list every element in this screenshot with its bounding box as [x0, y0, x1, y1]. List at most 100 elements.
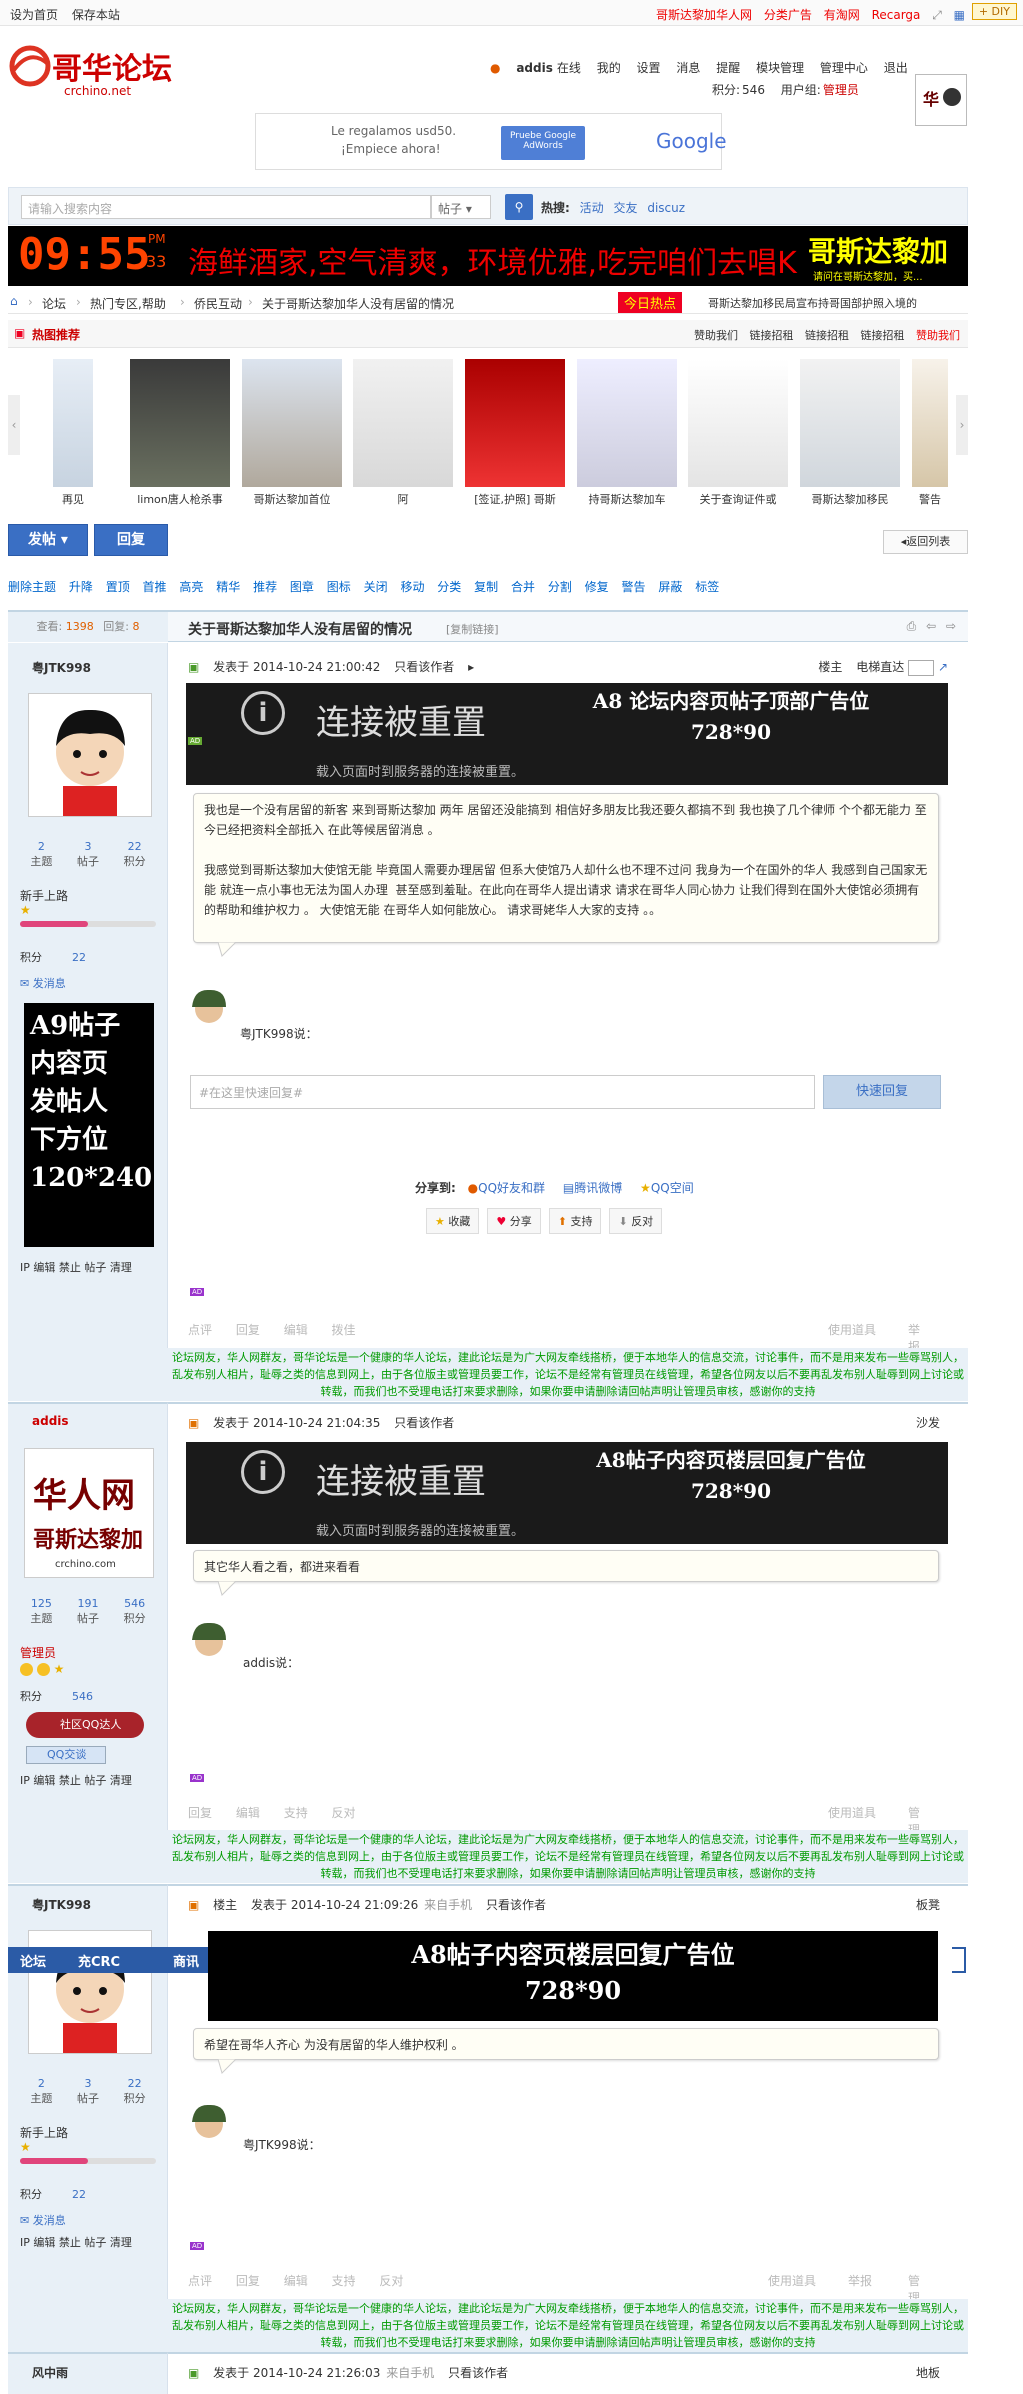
gallery-item[interactable]: 哥斯达黎加移民 — [800, 359, 900, 509]
crumb-hot[interactable]: 热门专区,帮助 — [90, 295, 166, 312]
crumb-thread[interactable]: 关于哥斯达黎加华人没有居留的情况 — [262, 295, 454, 312]
hot-search-item[interactable]: 交友 — [613, 201, 637, 215]
floating-search-edge[interactable] — [952, 1947, 966, 1973]
new-post-button[interactable]: 发帖 ▾ — [8, 524, 88, 556]
qq-chat-button[interactable]: QQ交谈 — [26, 1746, 106, 1764]
mod-tag[interactable]: 标签 — [695, 580, 719, 594]
mod-split[interactable]: 分割 — [548, 580, 572, 594]
hot-today-link[interactable]: 哥斯达黎加移民局宣布持哥国部护照入境的 — [708, 295, 917, 311]
post3-ad[interactable]: A8帖子内容页楼层回复广告位 728*90 — [208, 1931, 938, 2021]
carousel-next-icon[interactable]: › — [956, 395, 968, 455]
expand-icon[interactable]: ⤢ — [932, 8, 942, 22]
home-icon[interactable]: ⌂ — [10, 294, 18, 308]
mod-repair[interactable]: 修复 — [585, 580, 609, 594]
qzone-share[interactable]: ★QQ空间 — [640, 1181, 694, 1195]
link-rent[interactable]: 链接招租 — [805, 329, 849, 342]
back-to-list-button[interactable]: ◂返回列表 — [883, 530, 968, 554]
hot-search-item[interactable]: discuz — [647, 201, 685, 215]
gallery-item[interactable]: [签证,护照] 哥斯 — [465, 359, 565, 509]
google-ad[interactable]: Le regalamos usd50. ¡Empiece ahora! Prue… — [255, 113, 727, 170]
menu-settings[interactable]: 设置 — [637, 61, 661, 75]
theme-icon[interactable]: ▦ — [954, 8, 965, 22]
username-link[interactable]: addis — [516, 61, 553, 75]
float-nav-business[interactable]: 商讯 — [173, 1951, 199, 1970]
link-rent[interactable]: 链接招租 — [750, 329, 794, 342]
oppose-button[interactable]: ⬇ 反对 — [609, 1208, 663, 1234]
carousel-prev-icon[interactable]: ‹ — [8, 395, 20, 455]
post1-message-link[interactable]: ✉ 发消息 — [20, 975, 66, 991]
mod-move[interactable]: 移动 — [400, 580, 424, 594]
mod-category[interactable]: 分类 — [437, 580, 461, 594]
post1-author[interactable]: 粤JTK998 — [32, 659, 91, 676]
mod-promote[interactable]: 推荐 — [253, 580, 277, 594]
sponsor-link[interactable]: 赞助我们 — [916, 329, 960, 342]
link-rent[interactable]: 链接招租 — [861, 329, 905, 342]
sponsor-link[interactable]: 赞助我们 — [694, 329, 738, 342]
post4-author[interactable]: 风中雨 — [32, 2364, 68, 2381]
mod-recommend[interactable]: 首推 — [143, 580, 167, 594]
gallery-item[interactable]: 持哥斯达黎加车 — [577, 359, 677, 509]
mod-stamp[interactable]: 图章 — [290, 580, 314, 594]
favorite-button[interactable]: ★ 收藏 — [426, 1208, 480, 1234]
copy-link[interactable]: [复制链接] — [446, 621, 499, 637]
tencent-weibo-share[interactable]: ▤腾讯微博 — [563, 1181, 622, 1195]
next-thread-icon[interactable]: ⇨ — [946, 619, 956, 633]
rate-link[interactable]: 拨佳 — [332, 1323, 356, 1337]
post2-author[interactable]: addis — [32, 1414, 69, 1428]
comment-link[interactable]: 点评 — [188, 1323, 212, 1337]
menu-module-mgmt[interactable]: 模块管理 — [756, 61, 804, 75]
gallery-item[interactable]: 阿 — [353, 359, 453, 509]
go-icon[interactable]: ↗ — [938, 660, 948, 674]
mod-copy[interactable]: 复制 — [474, 580, 498, 594]
print-icon[interactable]: ⎙ — [907, 619, 917, 633]
header-avatar[interactable]: 华 — [915, 74, 967, 126]
gallery-item[interactable]: limon唐人枪杀事 — [130, 359, 230, 509]
points-value[interactable]: 546 — [742, 83, 765, 97]
mod-close[interactable]: 关闭 — [364, 580, 388, 594]
crumb-section[interactable]: 侨民互动 — [194, 295, 242, 312]
edit-link[interactable]: 编辑 — [284, 1323, 308, 1337]
top-link-youtao[interactable]: 有淘网 — [824, 8, 860, 22]
menu-my[interactable]: 我的 — [597, 61, 621, 75]
prev-thread-icon[interactable]: ⇦ — [926, 619, 936, 633]
gallery-item[interactable]: 关于查询证件或 — [688, 359, 788, 509]
menu-admin-center[interactable]: 管理中心 — [820, 61, 868, 75]
led-marquee[interactable]: 09:55 PM 33 海鲜酒家,空气清爽，环境优雅,吃完咱们去唱K 哥斯达黎加… — [8, 226, 968, 286]
post2-ad-frame[interactable]: i 连接被重置 载入页面时到服务器的连接被重置。 A8帖子内容页楼层回复广告位 7… — [186, 1442, 948, 1544]
post3-message-link[interactable]: ✉ 发消息 — [20, 2212, 66, 2228]
site-logo[interactable]: 哥华论坛 crchino.net — [8, 34, 198, 104]
post2-avatar[interactable]: 华人网 哥斯达黎加 crchino.com — [24, 1448, 154, 1578]
top-link-recarga[interactable]: Recarga — [872, 8, 921, 22]
menu-messages[interactable]: 消息 — [676, 61, 700, 75]
menu-logout[interactable]: 退出 — [884, 61, 908, 75]
mod-bump[interactable]: 升降 — [69, 580, 93, 594]
tools-link[interactable]: 使用道具 — [828, 1321, 876, 1338]
post1-ad-frame[interactable]: i 连接被重置 载入页面时到服务器的连接被重置。 A8 论坛内容页帖子顶部广告位… — [186, 683, 948, 785]
reply-link[interactable]: 回复 — [236, 1323, 260, 1337]
user-group[interactable]: 管理员 — [823, 83, 859, 97]
set-home-link[interactable]: 设为首页 — [10, 8, 58, 22]
support-button[interactable]: ⬆ 支持 — [548, 1208, 602, 1234]
mod-highlight[interactable]: 高亮 — [179, 580, 203, 594]
qq-talent-badge[interactable]: 社区QQ达人 — [26, 1712, 144, 1738]
post1-admin-links[interactable]: IP 编辑 禁止 帖子 清理 — [20, 1259, 132, 1275]
gallery-item[interactable]: 警告 — [912, 359, 948, 509]
search-button[interactable]: ⚲ — [505, 194, 533, 220]
qq-friends-share[interactable]: ●QQ好友和群 — [468, 1181, 545, 1195]
mod-warn[interactable]: 警告 — [622, 580, 646, 594]
quick-reply-button[interactable]: 快速回复 — [823, 1075, 941, 1109]
a9-ad-block[interactable]: A9帖子 内容页 发帖人 下方位 120*240 — [24, 1003, 154, 1247]
hot-search-item[interactable]: 活动 — [580, 201, 604, 215]
top-link-classified[interactable]: 分类广告 — [764, 8, 812, 22]
gallery-item[interactable]: 哥斯达黎加首位 — [242, 359, 342, 509]
diy-button[interactable]: + DIY — [971, 3, 1017, 20]
search-type-select[interactable]: 帖子 ▾ — [431, 195, 491, 219]
reply-button[interactable]: 回复 — [94, 524, 168, 556]
search-input[interactable]: 请输入搜索内容 — [21, 195, 431, 219]
post1-avatar[interactable] — [28, 693, 152, 817]
mod-block[interactable]: 屏蔽 — [658, 580, 682, 594]
mod-digest[interactable]: 精华 — [216, 580, 240, 594]
mod-delete[interactable]: 删除主题 — [8, 580, 56, 594]
mod-sticky[interactable]: 置顶 — [106, 580, 130, 594]
mod-merge[interactable]: 合并 — [511, 580, 535, 594]
